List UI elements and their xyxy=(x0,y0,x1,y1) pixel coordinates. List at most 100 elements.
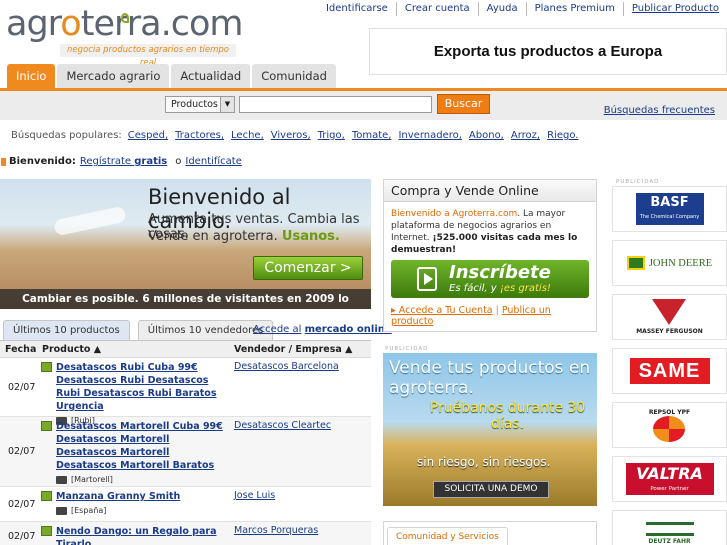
popular-search-link[interactable]: Abono, xyxy=(469,130,504,141)
tab-comunidad[interactable]: Comunidad xyxy=(252,64,336,88)
deer-icon xyxy=(626,256,645,270)
tab-latest-products[interactable]: Últimos 10 productos xyxy=(3,320,130,340)
deutz-bars-icon xyxy=(645,521,694,536)
logo-wordmark: agroterra.com xyxy=(6,4,243,44)
frequent-searches-link[interactable]: Búsquedas frecuentes xyxy=(604,105,715,116)
popular-search-link[interactable]: Trigo, xyxy=(318,130,345,141)
popular-searches-label: Búsquedas populares: xyxy=(11,130,122,141)
register-link[interactable]: Regístrate gratis xyxy=(80,156,171,167)
popular-search-link[interactable]: Tractores, xyxy=(175,130,224,141)
table-row: 02/07 Manzana Granny Smith [España] Jose… xyxy=(0,487,371,522)
product-link[interactable]: Nendo Dango: un Regalo para Tirarlo xyxy=(56,525,229,545)
col-fecha[interactable]: Fecha xyxy=(0,341,37,357)
popular-search-link[interactable]: Viveros, xyxy=(271,130,311,141)
massey-ferguson-logo: MASSEY FERGUSON xyxy=(636,328,703,335)
publish-product-link[interactable]: Publicar Producto xyxy=(622,2,727,16)
camera-icon xyxy=(56,506,67,515)
tab-actualidad[interactable]: Actualidad xyxy=(171,64,251,88)
col-vendedor[interactable]: Vendedor / Empresa ▲ xyxy=(229,341,371,357)
signup-button[interactable]: Inscríbete Es fácil, y ¡es gratis! xyxy=(391,260,589,298)
row-date: 02/07 xyxy=(8,531,36,542)
banner-strip: Cambiar es posible. 6 millones de visita… xyxy=(0,289,371,309)
premium-plans-link[interactable]: Planes Premium xyxy=(525,2,623,16)
tab-inicio[interactable]: Inicio xyxy=(7,64,56,88)
promo-text: Exporta tus productos a Europa xyxy=(433,43,663,60)
popular-search-link[interactable]: Invernadero, xyxy=(398,130,461,141)
tab-community-services[interactable]: Comunidad y Servicios xyxy=(387,527,508,545)
same-logo: SAME xyxy=(629,358,710,384)
valtra-logo: VALTRA Power Partner xyxy=(625,463,714,495)
seller-link[interactable]: Desatascos Cleartec xyxy=(229,417,371,486)
chevron-down-icon[interactable]: ▼ xyxy=(220,97,234,112)
brand-john-deere[interactable]: JOHN DEERE xyxy=(612,240,727,286)
search-button[interactable]: Buscar xyxy=(437,94,490,114)
category-select[interactable]: Productos ▼ xyxy=(165,96,235,113)
create-account-link[interactable]: Crear cuenta xyxy=(395,2,478,16)
product-icon xyxy=(41,362,52,372)
banner-line3: Vende en agroterra. Usanos. xyxy=(148,229,340,244)
search-bar: Productos ▼ Buscar Búsquedas frecuentes xyxy=(0,88,727,120)
brand-basf[interactable]: BASF The Chemical Company xyxy=(612,186,727,232)
popular-search-link[interactable]: Arroz, xyxy=(511,130,540,141)
signup-subtitle: Es fácil, y ¡es gratis! xyxy=(449,283,551,294)
popular-search-link[interactable]: Leche, xyxy=(231,130,264,141)
john-deere-logo: JOHN DEERE xyxy=(648,257,713,269)
signup-title: Inscríbete xyxy=(449,262,551,283)
row-date: 02/07 xyxy=(8,446,36,457)
brand-valtra[interactable]: VALTRA Power Partner xyxy=(612,456,727,502)
welcome-bar: Bienvenido: Regístrate gratis o Identifí… xyxy=(1,156,242,167)
sprout-icon xyxy=(121,13,129,23)
popular-search-link[interactable]: Cesped, xyxy=(128,130,168,141)
popular-searches: Búsquedas populares: Cesped, Tractores, … xyxy=(11,130,585,141)
sell-banner-line2: Pruébanos durante 30 días. xyxy=(429,400,586,432)
col-producto[interactable]: Producto ▲ xyxy=(37,341,229,357)
online-market-link[interactable]: Accede al mercado online ▸ xyxy=(253,324,400,335)
request-demo-button[interactable]: SOLICITA UNA DEMO xyxy=(433,481,549,498)
promo-banner[interactable]: Exporta tus productos a Europa xyxy=(369,28,727,75)
brand-repsol[interactable]: REPSOL YPF xyxy=(612,402,727,448)
sell-banner-line1: Vende tus productos en agroterra. xyxy=(389,358,591,398)
table-row: 02/07 Desatascos Martorell Cuba 99€ Desa… xyxy=(0,417,371,487)
table-header: Fecha Producto ▲ Vendedor / Empresa ▲ xyxy=(0,341,371,358)
camera-icon xyxy=(56,475,67,484)
bullet-icon xyxy=(1,157,6,166)
popular-search-link[interactable]: Riego. xyxy=(547,130,578,141)
welcome-banner[interactable]: Bienvenido al cambio. Aumenta tus ventas… xyxy=(0,179,371,309)
seller-link[interactable]: Desatascos Barcelona xyxy=(229,358,371,416)
table-row: 02/07 Desatascos Rubi Cuba 99€ Desatasco… xyxy=(0,358,371,425)
product-link[interactable]: Desatascos Martorell Cuba 99€ Desatascos… xyxy=(56,420,229,472)
community-box: Comunidad y Servicios xyxy=(383,521,597,545)
product-link[interactable]: Manzana Granny Smith xyxy=(56,490,180,503)
product-location: [Martorell] xyxy=(71,475,113,484)
product-icon xyxy=(41,421,52,431)
brand-same[interactable]: SAME xyxy=(612,348,727,394)
buy-sell-title: Compra y Vende Online xyxy=(384,180,596,202)
access-account-link[interactable]: ▸ Accede a Tu Cuenta xyxy=(391,305,493,316)
logo-tagline: negocia productos agrarios en tiempo rea… xyxy=(60,44,236,68)
seller-link[interactable]: Jose Luis xyxy=(229,487,371,521)
brand-massey-ferguson[interactable]: MASSEY FERGUSON xyxy=(612,294,727,340)
product-location: [España] xyxy=(71,506,107,515)
start-button[interactable]: Comenzar > xyxy=(253,256,363,280)
table-row: 02/07 Nendo Dango: un Regalo para Tirarl… xyxy=(0,522,371,545)
login-link[interactable]: Identificarse xyxy=(318,2,396,16)
top-links: Identificarse Crear cuenta Ayuda Planes … xyxy=(318,2,727,16)
buy-sell-box: Compra y Vende Online Bienvenido a Agrot… xyxy=(383,179,597,332)
tab-mercado-agrario[interactable]: Mercado agrario xyxy=(57,64,170,88)
site-logo[interactable]: agroterra.com negocia productos agrarios… xyxy=(4,4,243,68)
publicidad-label: PUBLICIDAD xyxy=(616,179,660,185)
bottle-image xyxy=(53,205,127,237)
play-icon xyxy=(417,267,437,291)
help-link[interactable]: Ayuda xyxy=(477,2,526,16)
repsol-disc-icon xyxy=(653,415,686,442)
seller-link[interactable]: Marcos Porqueras xyxy=(229,522,371,545)
product-link[interactable]: Desatascos Rubi Cuba 99€ Desatascos Rubi… xyxy=(56,361,229,413)
login-inline-link[interactable]: Identifícate xyxy=(185,156,241,167)
repsol-logo: REPSOL YPF xyxy=(648,408,691,416)
brand-deutz-fahr[interactable]: DEUTZ FAHR xyxy=(612,510,727,545)
welcome-label: Bienvenido: xyxy=(9,156,76,167)
popular-search-link[interactable]: Tomate, xyxy=(352,130,392,141)
sell-banner[interactable]: Vende tus productos en agroterra. Pruéba… xyxy=(383,353,597,506)
search-input[interactable] xyxy=(239,96,432,113)
products-table: Fecha Producto ▲ Vendedor / Empresa ▲ 02… xyxy=(0,340,371,545)
